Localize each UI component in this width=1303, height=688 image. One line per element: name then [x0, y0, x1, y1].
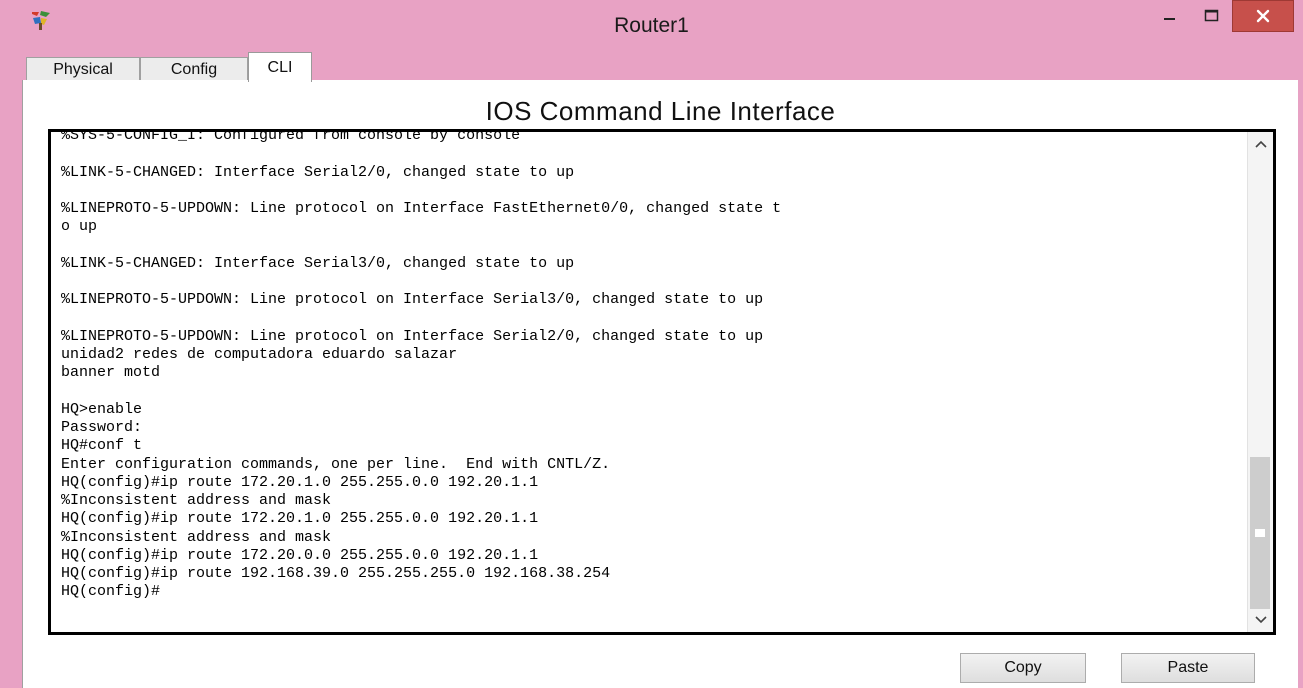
console-line: %LINK-5-CHANGED: Interface Serial3/0, ch…	[61, 254, 575, 272]
console-line: HQ#conf t	[61, 437, 143, 455]
maximize-icon	[1204, 9, 1219, 22]
console-line: %LINEPROTO-5-UPDOWN: Line protocol on In…	[61, 291, 764, 309]
tab-config[interactable]: Config	[140, 57, 248, 81]
console-line: HQ(config)#ip route 172.20.1.0 255.255.0…	[61, 473, 539, 491]
paste-button[interactable]: Paste	[1121, 653, 1255, 683]
console-line: HQ>enable	[61, 400, 143, 418]
console-output[interactable]: %SYS-5-CONFIG_I: Configured from console…	[61, 129, 1243, 602]
console-line: HQ(config)#	[61, 583, 161, 601]
console-line: banner motd	[61, 364, 161, 382]
console-line: unidad2 redes de computadora eduardo sal…	[61, 346, 458, 363]
console-line: %Inconsistent address and mask	[61, 492, 332, 509]
tab-physical[interactable]: Physical	[26, 57, 140, 81]
console-scrollbar[interactable]	[1247, 132, 1273, 632]
tab-cli[interactable]: CLI	[248, 52, 312, 82]
close-button[interactable]	[1232, 0, 1294, 32]
close-icon	[1256, 9, 1270, 23]
console-line: HQ(config)#ip route 172.20.1.0 255.255.0…	[61, 510, 539, 528]
minimize-icon	[1164, 18, 1175, 20]
console-line: %Inconsistent address and mask	[61, 528, 332, 546]
title-bar[interactable]: Router1	[0, 0, 1303, 46]
thumb-grip	[1255, 529, 1265, 537]
scroll-down-button[interactable]	[1248, 610, 1273, 630]
cli-panel: IOS Command Line Interface %SYS-5-CONFIG…	[22, 80, 1298, 688]
router-window: Router1 Physical Config CLI IOS Command …	[0, 0, 1303, 688]
window-title: Router1	[614, 14, 689, 37]
console-line: Password:	[61, 419, 143, 436]
chevron-up-icon	[1254, 140, 1267, 148]
console-line: %SYS-5-CONFIG_I: Configured from console…	[61, 129, 521, 144]
console-line: o up	[61, 218, 98, 236]
console-line: %LINEPROTO-5-UPDOWN: Line protocol on In…	[61, 200, 782, 217]
maximize-button[interactable]	[1192, 0, 1232, 32]
scroll-up-button[interactable]	[1248, 134, 1273, 154]
minimize-button[interactable]	[1148, 0, 1192, 32]
scroll-thumb[interactable]	[1250, 457, 1270, 609]
cli-console[interactable]: %SYS-5-CONFIG_I: Configured from console…	[48, 129, 1276, 635]
console-line: %LINEPROTO-5-UPDOWN: Line protocol on In…	[61, 327, 764, 345]
console-line: %LINK-5-CHANGED: Interface Serial2/0, ch…	[61, 163, 575, 181]
cli-heading: IOS Command Line Interface	[485, 96, 836, 126]
console-line: Enter configuration commands, one per li…	[61, 455, 611, 473]
console-line: HQ(config)#ip route 172.20.0.0 255.255.0…	[61, 546, 539, 564]
copy-button[interactable]: Copy	[960, 653, 1086, 683]
console-line: HQ(config)#ip route 192.168.39.0 255.255…	[61, 565, 611, 582]
chevron-down-icon	[1254, 616, 1267, 624]
